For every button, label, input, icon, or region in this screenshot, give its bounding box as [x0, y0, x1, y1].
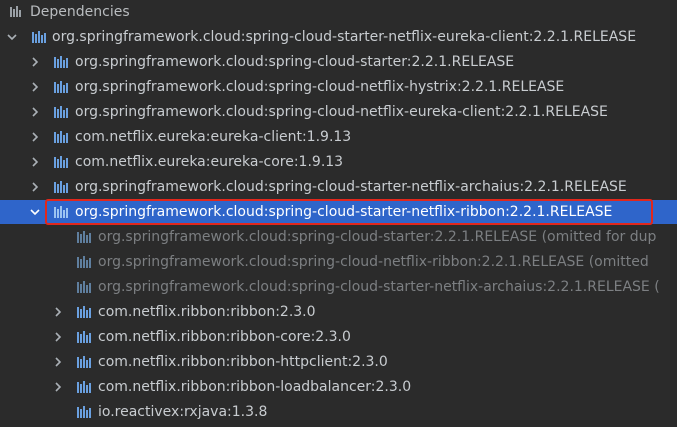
tree-row-label: org.springframework.cloud:spring-cloud-s… [98, 279, 660, 295]
tree-row[interactable]: com.netflix.eureka:eureka-core:1.9.13 [0, 150, 677, 174]
chevron-right-icon[interactable] [29, 56, 41, 68]
tree-row-label: org.springframework.cloud:spring-cloud-s… [98, 229, 657, 245]
tree-row-selected[interactable]: org.springframework.cloud:spring-cloud-s… [0, 200, 677, 224]
tree-row[interactable]: org.springframework.cloud:spring-cloud-s… [0, 50, 677, 74]
tree-row-label: com.netflix.ribbon:ribbon-core:2.3.0 [98, 329, 351, 345]
library-icon [76, 279, 92, 295]
chevron-right-icon[interactable] [52, 356, 64, 368]
tree-row-label: org.springframework.cloud:spring-cloud-s… [75, 54, 515, 70]
chevron-right-icon[interactable] [29, 106, 41, 118]
library-icon [76, 379, 92, 395]
chevron-down-icon[interactable] [29, 206, 41, 218]
tree-row-label: com.netflix.ribbon:ribbon-loadbalancer:2… [98, 379, 412, 395]
library-icon [76, 329, 92, 345]
library-icon [53, 179, 69, 195]
tree-header-label: Dependencies [30, 4, 130, 20]
chevron-down-icon[interactable] [6, 31, 18, 43]
tree-row-label: com.netflix.ribbon:ribbon:2.3.0 [98, 304, 316, 320]
tree-row[interactable]: com.netflix.ribbon:ribbon-httpclient:2.3… [0, 350, 677, 374]
tree-selected-label: org.springframework.cloud:spring-cloud-s… [75, 204, 613, 220]
chevron-right-icon[interactable] [52, 381, 64, 393]
library-icon [53, 129, 69, 145]
tree-row-label: org.springframework.cloud:spring-cloud-n… [75, 79, 565, 95]
tree-row-omitted[interactable]: org.springframework.cloud:spring-cloud-s… [0, 275, 677, 299]
tree-row-dependencies[interactable]: Dependencies [0, 0, 677, 24]
tree-row-label: org.springframework.cloud:spring-cloud-n… [75, 104, 608, 120]
library-icon [76, 229, 92, 245]
chevron-right-icon[interactable] [29, 181, 41, 193]
library-icon [31, 29, 47, 45]
dependencies-tree: Dependencies org.springframework.cloud:s… [0, 0, 677, 427]
tree-row-omitted[interactable]: org.springframework.cloud:spring-cloud-s… [0, 225, 677, 249]
tree-root-label: org.springframework.cloud:spring-cloud-s… [52, 29, 637, 45]
library-icon [53, 54, 69, 70]
library-icon [76, 354, 92, 370]
tree-row[interactable]: org.springframework.cloud:spring-cloud-s… [0, 175, 677, 199]
tree-row-label: org.springframework.cloud:spring-cloud-s… [75, 179, 627, 195]
library-icon [76, 404, 92, 420]
library-icon [53, 154, 69, 170]
tree-row-root[interactable]: org.springframework.cloud:spring-cloud-s… [0, 25, 677, 49]
chevron-right-icon[interactable] [29, 131, 41, 143]
tree-row[interactable]: io.reactivex:rxjava:1.3.8 [0, 400, 677, 424]
tree-row-label: org.springframework.cloud:spring-cloud-n… [98, 254, 649, 270]
tree-row[interactable]: org.springframework.cloud:spring-cloud-n… [0, 75, 677, 99]
tree-row-label: com.netflix.eureka:eureka-core:1.9.13 [75, 154, 344, 170]
tree-row[interactable]: com.netflix.ribbon:ribbon:2.3.0 [0, 300, 677, 324]
chevron-right-icon[interactable] [29, 81, 41, 93]
chevron-right-icon[interactable] [52, 331, 64, 343]
chevron-right-icon[interactable] [52, 306, 64, 318]
tree-row[interactable]: com.netflix.ribbon:ribbon-loadbalancer:2… [0, 375, 677, 399]
tree-row-label: io.reactivex:rxjava:1.3.8 [98, 404, 268, 420]
tree-row[interactable]: com.netflix.eureka:eureka-client:1.9.13 [0, 125, 677, 149]
tree-row-label: com.netflix.eureka:eureka-client:1.9.13 [75, 129, 352, 145]
tree-row[interactable]: org.springframework.cloud:spring-cloud-n… [0, 100, 677, 124]
library-icon [53, 79, 69, 95]
library-icon [76, 254, 92, 270]
tree-row[interactable]: com.netflix.ribbon:ribbon-core:2.3.0 [0, 325, 677, 349]
library-icon [53, 204, 69, 220]
tree-row-label: com.netflix.ribbon:ribbon-httpclient:2.3… [98, 354, 388, 370]
folder-libraries-icon [8, 4, 24, 20]
chevron-right-icon[interactable] [29, 156, 41, 168]
tree-row-omitted[interactable]: org.springframework.cloud:spring-cloud-n… [0, 250, 677, 274]
library-icon [76, 304, 92, 320]
library-icon [53, 104, 69, 120]
